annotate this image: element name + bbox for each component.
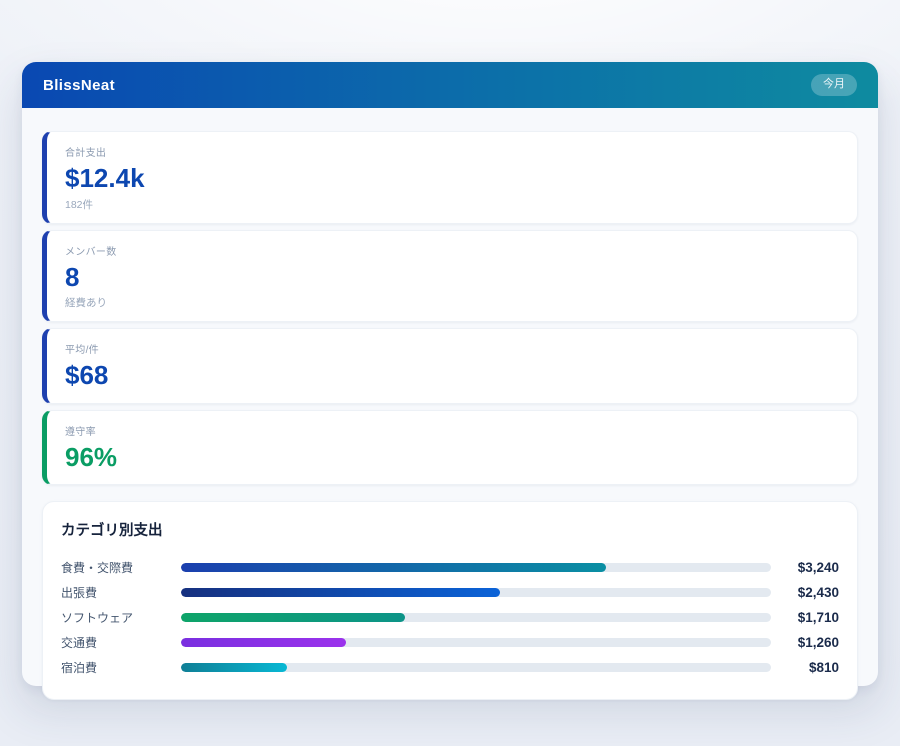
period-badge[interactable]: 今月: [811, 74, 857, 95]
dashboard-panel: BlissNeat 今月 合計支出 $12.4k 182件 メンバー数 8 経費…: [22, 62, 878, 686]
category-row: ソフトウェア $1,710: [61, 605, 839, 630]
category-bar-track: [181, 588, 771, 597]
category-label: 交通費: [61, 634, 181, 651]
app-title: BlissNeat: [43, 77, 115, 94]
app-header: BlissNeat 今月: [22, 62, 878, 108]
category-bar-track: [181, 638, 771, 647]
category-amount: $1,710: [771, 610, 839, 625]
category-row: 宿泊費 $810: [61, 655, 839, 680]
stat-value: $12.4k: [65, 162, 839, 195]
stat-card-total-spend: 合計支出 $12.4k 182件: [42, 131, 858, 224]
dashboard-body: 合計支出 $12.4k 182件 メンバー数 8 経費あり 平均/件 $68 遵…: [22, 108, 878, 700]
category-section-title: カテゴリ別支出: [61, 519, 839, 540]
category-amount: $2,430: [771, 585, 839, 600]
category-bar-fill: [181, 563, 606, 572]
category-label: 出張費: [61, 584, 181, 601]
stat-subtext: 経費あり: [65, 295, 839, 310]
stat-card-average-per-item: 平均/件 $68: [42, 328, 858, 404]
stat-label: 平均/件: [65, 341, 839, 356]
category-row: 食費・交際費 $3,240: [61, 555, 839, 580]
stat-value: 8: [65, 261, 839, 294]
stat-label: メンバー数: [65, 243, 839, 258]
category-row: 交通費 $1,260: [61, 630, 839, 655]
category-bar-track: [181, 563, 771, 572]
category-label: 食費・交際費: [61, 559, 181, 576]
category-bar-fill: [181, 663, 287, 672]
stat-subtext: 182件: [65, 197, 839, 212]
stat-card-compliance-rate: 遵守率 96%: [42, 410, 858, 486]
stat-label: 合計支出: [65, 144, 839, 159]
category-bar-fill: [181, 588, 500, 597]
stat-card-member-count: メンバー数 8 経費あり: [42, 230, 858, 323]
category-amount: $1,260: [771, 635, 839, 650]
category-bar-fill: [181, 638, 346, 647]
category-label: ソフトウェア: [61, 609, 181, 626]
stat-label: 遵守率: [65, 423, 839, 438]
stat-value: $68: [65, 359, 839, 392]
category-label: 宿泊費: [61, 659, 181, 676]
category-bar-track: [181, 613, 771, 622]
category-row: 出張費 $2,430: [61, 580, 839, 605]
stat-value: 96%: [65, 441, 839, 474]
category-bar-track: [181, 663, 771, 672]
category-amount: $810: [771, 660, 839, 675]
category-amount: $3,240: [771, 560, 839, 575]
category-breakdown-card: カテゴリ別支出 食費・交際費 $3,240 出張費 $2,430 ソフトウェア …: [42, 501, 858, 700]
category-bar-fill: [181, 613, 405, 622]
